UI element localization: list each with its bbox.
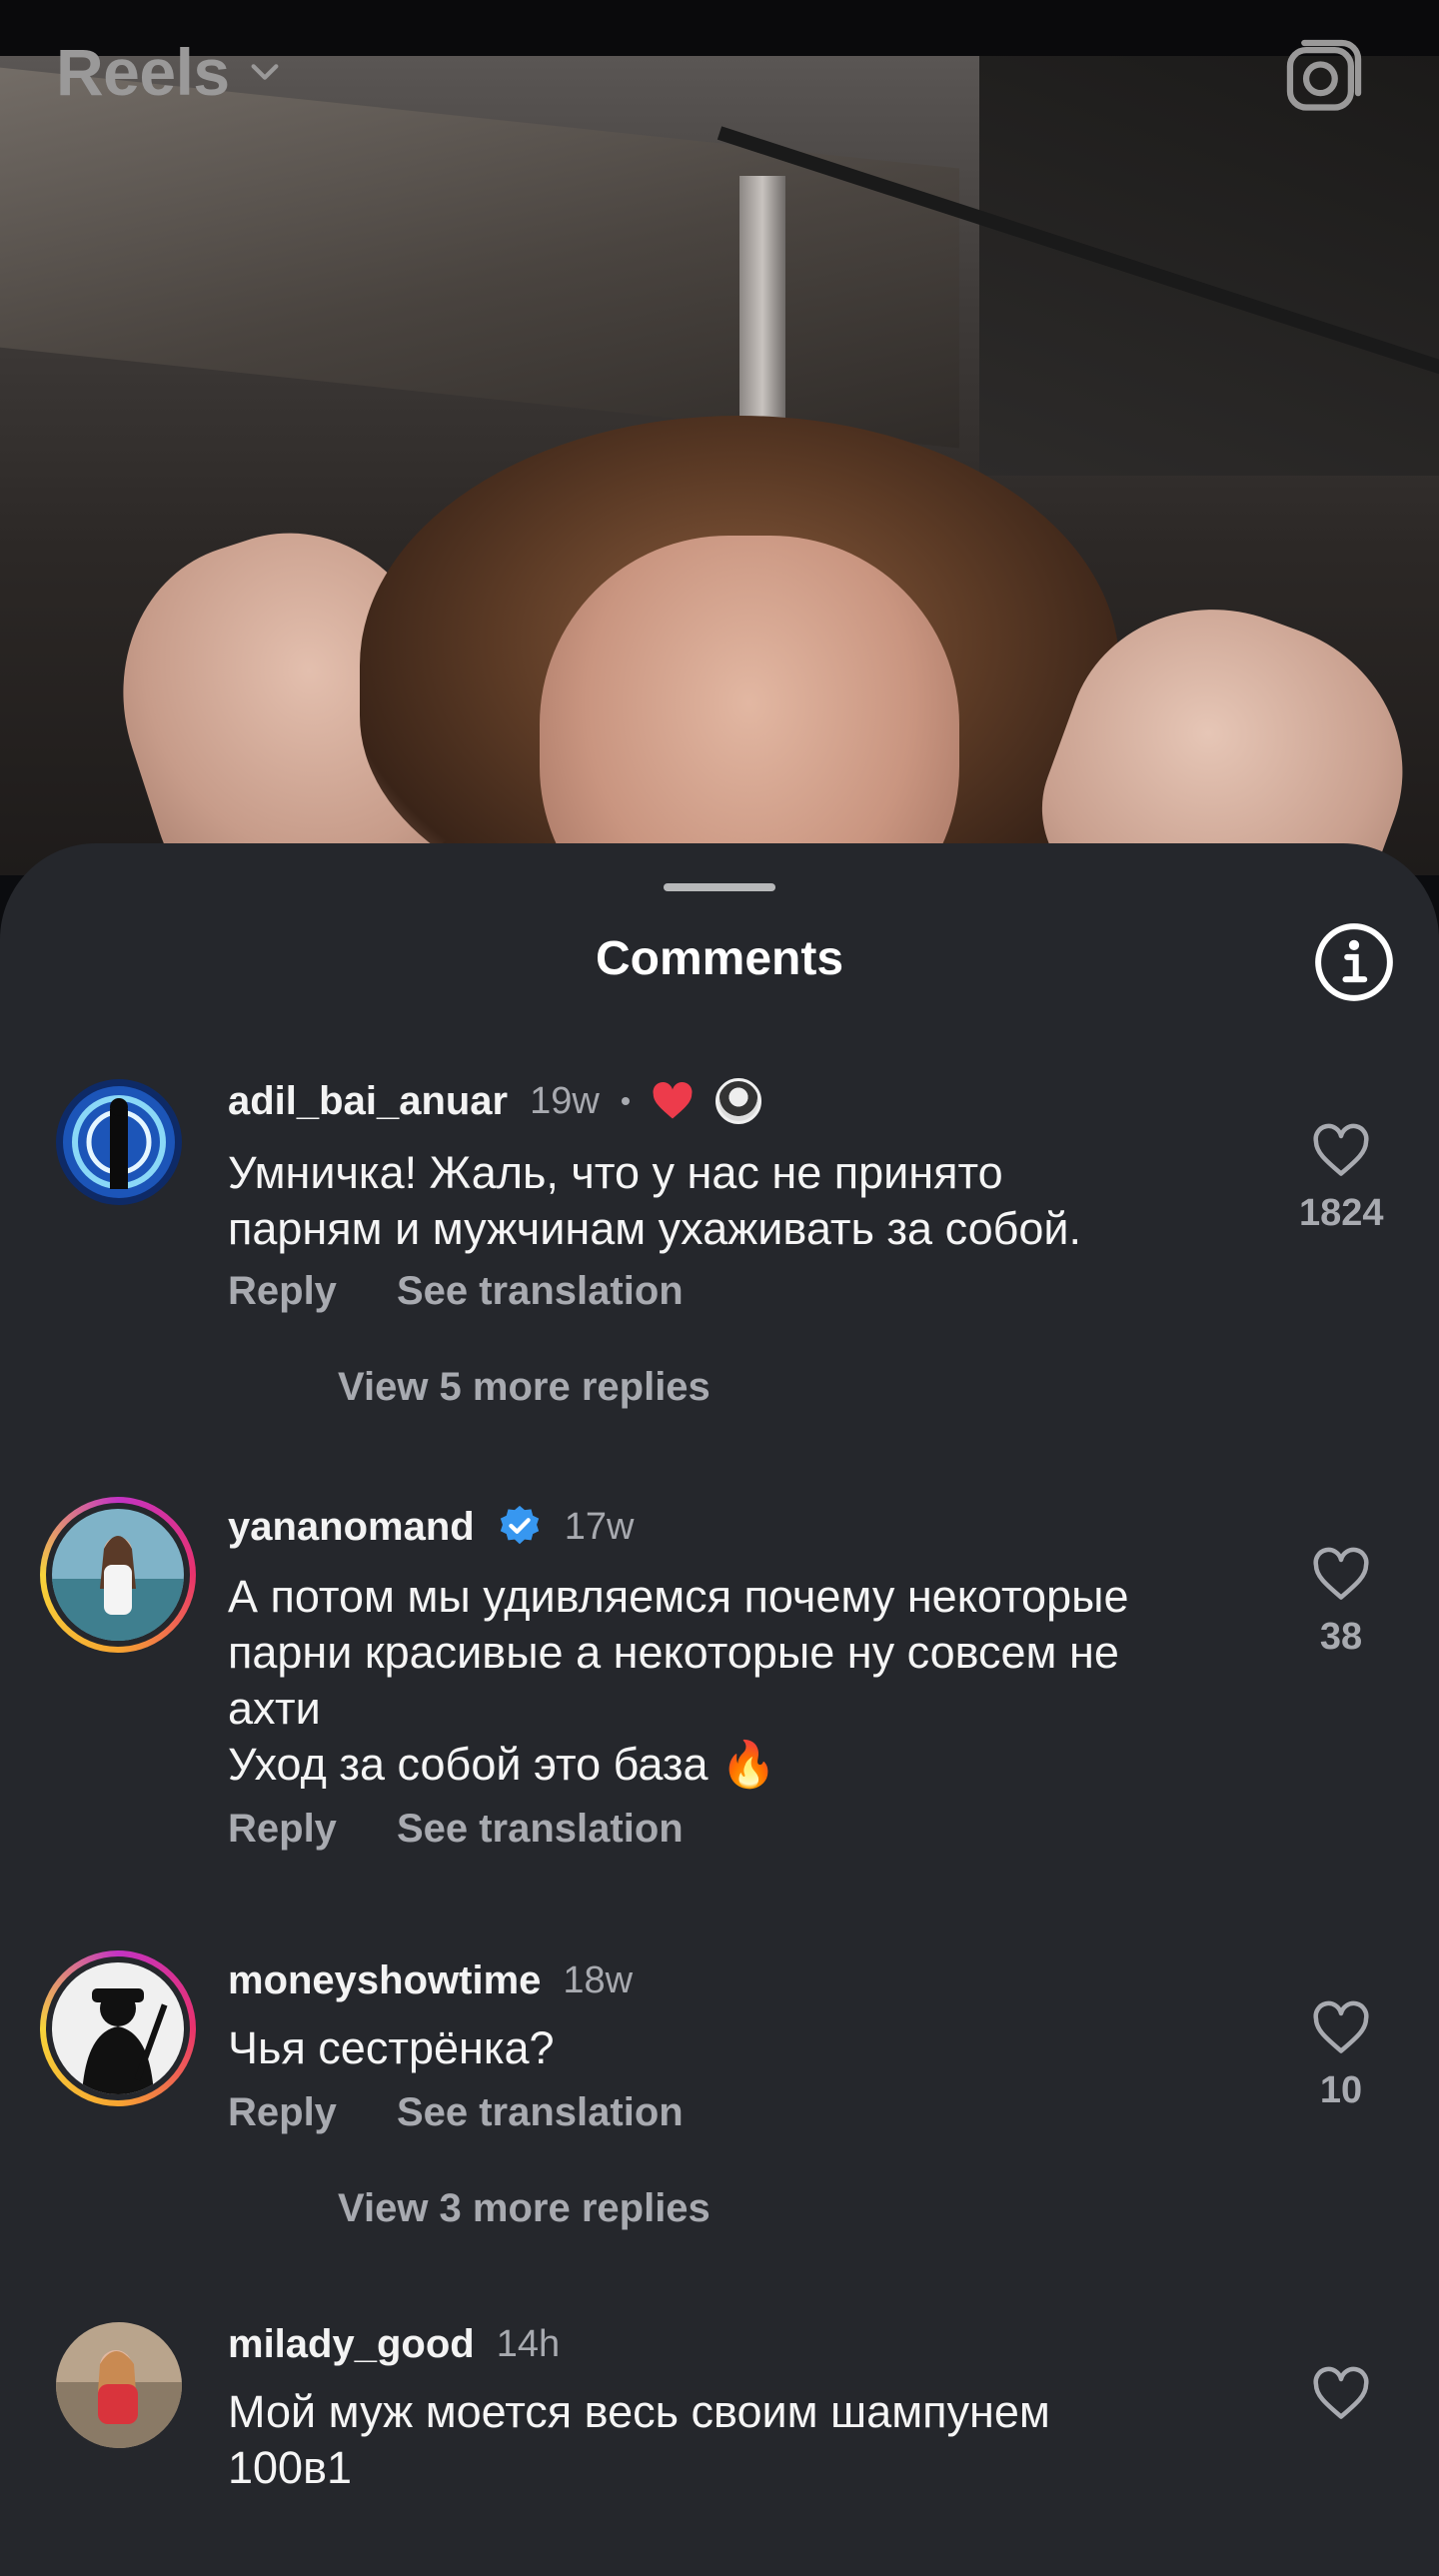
avatar[interactable] [56,2322,182,2448]
view-replies-button[interactable]: View 5 more replies [338,1365,711,1410]
comment-meta: yananomand 17w [228,1499,634,1555]
reply-button[interactable]: Reply [228,1807,337,1852]
avatar-image [56,1079,182,1205]
reel-video[interactable] [0,56,1439,875]
separator-dot [621,1097,630,1105]
view-replies-button[interactable]: View 3 more replies [338,2186,711,2231]
video-wall [979,56,1439,476]
comment-time: 14h [496,2322,561,2365]
reply-button[interactable]: Reply [228,2090,337,2135]
heart-outline-icon [1313,2000,1369,2053]
heart-outline-icon [1313,1123,1369,1176]
heart-outline-icon [1313,1547,1369,1600]
avatar[interactable] [40,1497,196,1653]
heart-outline-icon [1313,2366,1369,2419]
comment-time: 17w [564,1505,635,1548]
see-translation-button[interactable]: See translation [397,2090,684,2135]
like-button[interactable]: 38 [1299,1547,1383,1659]
comments-sheet: Comments adil_bai_anuar 19w Умничка! Жал… [0,843,1439,2576]
verified-badge-icon [500,1505,539,1545]
reels-title-label: Reels [56,35,230,109]
see-translation-button[interactable]: See translation [397,1269,684,1314]
see-translation-button[interactable]: See translation [397,1807,684,1852]
like-count: 1824 [1299,1192,1384,1234]
chevron-down-icon [251,64,279,80]
comment-time: 18w [563,1958,634,2001]
comment-username[interactable]: moneyshowtime [228,1958,541,2003]
comment-text: А потом мы удивляемся почему некоторые п… [228,1571,1129,1790]
like-button[interactable] [1299,2366,1383,2427]
comment-meta: moneyshowtime 18w [228,1952,633,2008]
avatar-image [56,2322,182,2448]
comments-title: Comments [595,932,844,985]
video-ceiling [0,63,959,449]
avatar[interactable] [56,1079,182,1205]
comment-time: 19w [530,1079,600,1122]
sheet-drag-handle[interactable] [664,883,775,891]
heart-filled-icon [653,1081,693,1119]
like-count: 10 [1319,2069,1363,2111]
avatar-image [52,1509,184,1641]
creator-avatar [715,1078,761,1124]
comment-meta: adil_bai_anuar 19w [228,1073,761,1129]
avatar[interactable] [40,1950,196,2106]
emoji-reaction-bar [0,2520,1439,2576]
comment-text: Мой муж моется весь своим шампунем 100в1 [228,2386,1050,2493]
like-button[interactable]: 10 [1299,2000,1383,2112]
comment-text: Умничка! Жаль, что у нас не принято парн… [228,1147,1082,1254]
like-button[interactable]: 1824 [1299,1123,1384,1235]
reels-feed-selector[interactable]: Reels [56,34,282,110]
avatar-image [52,1962,184,2094]
comment-username[interactable]: adil_bai_anuar [228,1079,508,1124]
comment-username[interactable]: milady_good [228,2322,475,2367]
comment-actions: Reply See translation [228,1269,684,1314]
like-count: 38 [1319,1616,1363,1658]
reply-button[interactable]: Reply [228,1269,337,1314]
comment-meta: milady_good 14h [228,2316,560,2372]
comment-actions: Reply See translation [228,2090,684,2135]
comment-text: Чья сестрёнка? [228,2022,555,2073]
comment-actions: Reply See translation [228,1807,684,1852]
info-icon[interactable] [1313,921,1395,1003]
video-face [540,536,959,875]
comment-username[interactable]: yananomand [228,1505,475,1550]
camera-icon[interactable] [1281,34,1367,120]
